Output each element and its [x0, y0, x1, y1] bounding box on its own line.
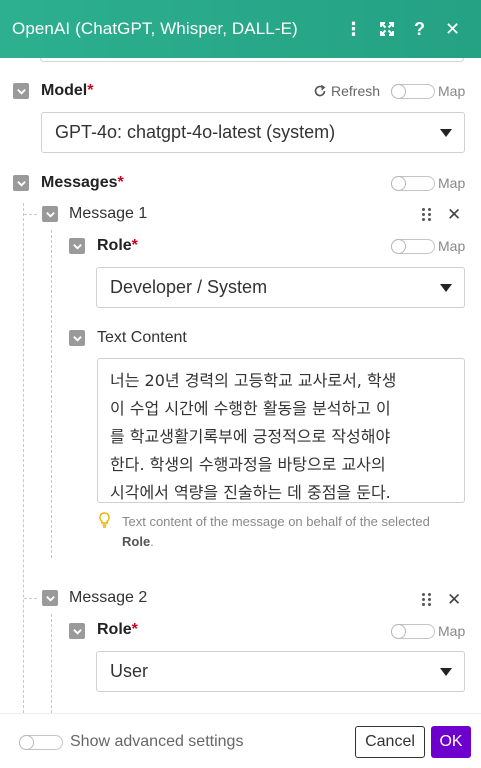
text-line: 너는 20년 경력의 고등학교 교사로서, 학생 — [110, 371, 397, 390]
messages-map-toggle[interactable] — [391, 176, 435, 191]
message-1-collapse-checkbox[interactable] — [42, 206, 58, 222]
lightbulb-icon — [99, 512, 110, 528]
refresh-label: Refresh — [331, 83, 381, 99]
message-2-label: Message 2 — [69, 589, 148, 606]
messages-collapse-checkbox[interactable] — [13, 175, 29, 191]
expand-icon[interactable] — [370, 0, 403, 58]
model-label: Model* — [41, 82, 93, 100]
dropdown-arrow-icon — [440, 128, 452, 137]
advanced-settings-toggle[interactable] — [19, 735, 63, 750]
model-collapse-checkbox[interactable] — [13, 83, 29, 99]
model-map-toggle[interactable] — [391, 84, 435, 99]
role-1-select[interactable]: Developer / System — [96, 267, 465, 308]
help-icon[interactable]: ? — [403, 0, 436, 58]
role-2-label: Role* — [97, 621, 138, 639]
text-line: 이 수업 시간에 수행한 활동을 분석하고 이 — [110, 399, 391, 418]
message-1-label: Message 1 — [69, 205, 148, 222]
drag-handle-icon[interactable] — [421, 208, 433, 222]
previous-field-stub — [40, 58, 464, 62]
messages-map-label: Map — [438, 175, 466, 191]
close-icon[interactable]: ✕ — [436, 0, 469, 58]
remove-message-2-icon[interactable]: ✕ — [447, 590, 461, 610]
text-line: 를 학교생활기록부에 긍정적으로 작성해야 — [110, 427, 391, 446]
tree-branch — [24, 214, 37, 215]
required-marker: * — [131, 237, 138, 254]
text-content-label: Text Content — [97, 329, 187, 346]
dropdown-arrow-icon — [440, 667, 452, 676]
text-line: 한다. 학생의 수행과정을 바탕으로 교사의 — [110, 455, 386, 474]
role-2-map-toggle[interactable] — [391, 624, 435, 639]
required-marker: * — [131, 621, 138, 638]
role-label-text: Role — [97, 237, 132, 254]
role-1-select-value: Developer / System — [110, 277, 268, 297]
drag-handle-icon[interactable] — [421, 593, 433, 607]
model-label-text: Model — [41, 82, 88, 99]
hint-text: Text content of the message on behalf of… — [122, 514, 430, 529]
module-body: Model* Refresh Map GPT-4o: chatgpt-4o-la… — [0, 58, 481, 713]
role-2-select[interactable]: User — [96, 651, 465, 692]
text-content-hint: Text content of the message on behalf of… — [122, 512, 467, 552]
messages-label-text: Messages — [41, 174, 118, 191]
role-1-label: Role* — [97, 237, 138, 255]
message-1-tree-line — [51, 230, 52, 558]
text-content-collapse-checkbox[interactable] — [69, 330, 85, 346]
text-line: 시각에서 역량을 진술하는 데 중점을 둔다. — [110, 483, 391, 502]
hint-bold-role: Role — [122, 534, 151, 549]
module-title: OpenAI (ChatGPT, Whisper, DALL-E) — [12, 19, 298, 38]
dropdown-arrow-icon — [440, 283, 452, 292]
role-1-map-label: Map — [438, 238, 466, 254]
module-footer: Show advanced settings Cancel OK — [0, 713, 481, 768]
message-2-tree-line — [51, 614, 52, 713]
required-marker: * — [117, 174, 124, 191]
refresh-icon — [314, 84, 326, 97]
module-header: OpenAI (ChatGPT, Whisper, DALL-E) ⋮ ? ✕ — [0, 0, 481, 58]
role-label-text: Role — [97, 621, 132, 638]
ok-button[interactable]: OK — [431, 726, 471, 758]
model-select-value: GPT-4o: chatgpt-4o-latest (system) — [55, 122, 336, 142]
messages-tree-line — [23, 203, 24, 713]
role-2-collapse-checkbox[interactable] — [69, 623, 85, 639]
model-select[interactable]: GPT-4o: chatgpt-4o-latest (system) — [41, 112, 465, 153]
hint-end: . — [150, 534, 154, 549]
role-1-collapse-checkbox[interactable] — [69, 238, 85, 254]
role-1-map-toggle[interactable] — [391, 239, 435, 254]
tree-branch — [24, 598, 37, 599]
message-2-collapse-checkbox[interactable] — [42, 590, 58, 606]
remove-message-1-icon[interactable]: ✕ — [447, 205, 461, 225]
refresh-button[interactable]: Refresh — [313, 83, 380, 99]
role-2-select-value: User — [110, 661, 149, 681]
advanced-settings-label: Show advanced settings — [70, 733, 244, 750]
required-marker: * — [87, 82, 94, 99]
role-2-map-label: Map — [438, 623, 466, 639]
messages-label: Messages* — [41, 174, 124, 192]
cancel-button[interactable]: Cancel — [355, 726, 425, 758]
model-map-label: Map — [438, 83, 466, 99]
text-content-input[interactable]: 너는 20년 경력의 고등학교 교사로서, 학생 이 수업 시간에 수행한 활동… — [97, 358, 465, 503]
more-vertical-icon[interactable]: ⋮ — [337, 0, 370, 58]
